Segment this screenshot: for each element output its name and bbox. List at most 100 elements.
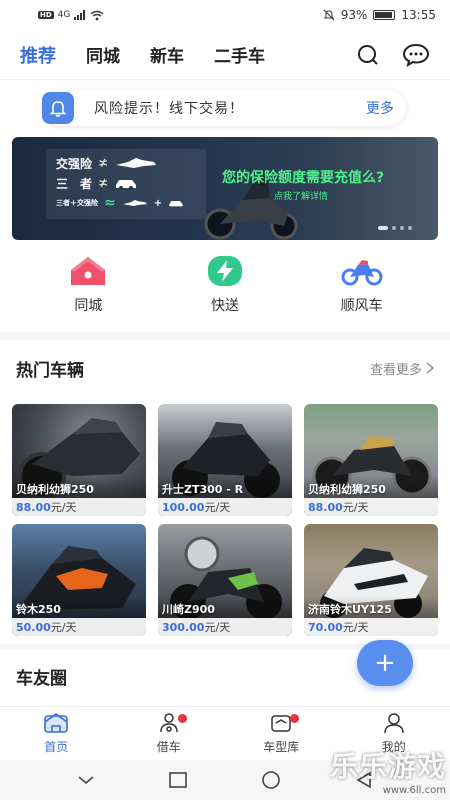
insurance-banner[interactable]: 交强险 ≭ 三 者 ≭ 三者＋交强险 ≈ + 您的保险额度需要充值么? 点我了解…	[12, 137, 438, 240]
message-icon[interactable]	[402, 43, 430, 67]
vehicle-card[interactable]: 川崎Z900 300.00 元/天	[158, 524, 292, 636]
vehicle-price-unit: 元/天	[204, 621, 231, 634]
vehicle-card[interactable]: 升士ZT300 - R 100.00 元/天	[158, 404, 292, 516]
battery-percent: 93%	[340, 8, 368, 22]
top-header: 推荐 同城 新车 二手车	[0, 30, 450, 80]
banner-row-2: 三 者 ≭	[56, 173, 196, 193]
approx-not-equal-icon: ≭	[98, 176, 109, 190]
quick-entries: 同城 快送 顺风车	[0, 255, 450, 325]
banner-row-3: 三者＋交强险 ≈ +	[56, 193, 196, 213]
car-icon	[116, 180, 137, 190]
vehicle-price-unit: 元/天	[50, 501, 77, 514]
banner-row-2-label: 三 者	[56, 176, 93, 191]
nav-label: 借车	[156, 740, 181, 754]
vehicle-price-unit: 元/天	[204, 501, 231, 514]
home-circle-icon[interactable]	[261, 770, 281, 790]
hd-badge: HD	[38, 11, 54, 19]
vehicle-price: 88.00	[16, 500, 51, 514]
vehicle-card[interactable]: 贝纳利幼狮250 88.00 元/天	[304, 404, 438, 516]
rider-circle-title: 车友圈	[16, 669, 67, 689]
pagination-dot[interactable]	[400, 226, 404, 230]
hot-vehicles-title: 热门车辆	[16, 360, 84, 381]
rider-icon	[122, 200, 147, 206]
vehicle-price-bar: 88.00 元/天	[304, 498, 438, 516]
nav-home[interactable]: 首页	[11, 712, 101, 755]
vehicle-price-bar: 70.00 元/天	[304, 618, 438, 636]
risk-notice[interactable]: 风险提示！线下交易！ 更多	[42, 90, 406, 126]
notice-text: 风险提示！线下交易！	[94, 101, 244, 117]
pagination-dot[interactable]	[392, 226, 396, 230]
wifi-icon	[90, 10, 104, 20]
vehicle-price-unit: 元/天	[342, 501, 369, 514]
pagination-dot-active[interactable]	[378, 226, 388, 230]
vehicle-price-bar: 300.00 元/天	[158, 618, 292, 636]
motorcycle-icon	[341, 260, 383, 286]
vehicle-price: 70.00	[308, 620, 343, 634]
quick-entry-label: 同城	[74, 298, 103, 314]
banner-comparison-box: 交强险 ≭ 三 者 ≭ 三者＋交强险 ≈ +	[46, 149, 206, 219]
vehicle-name: 升士ZT300 - R	[162, 483, 244, 496]
notification-dot	[290, 714, 300, 723]
battery-icon	[373, 10, 396, 20]
view-more-link[interactable]: 查看更多	[370, 359, 434, 378]
hot-vehicles-header: 热门车辆 查看更多	[16, 355, 434, 381]
vehicle-name: 贝纳利幼狮250	[308, 483, 386, 496]
tab-local[interactable]: 同城	[86, 42, 120, 68]
vehicle-price: 88.00	[308, 500, 343, 514]
vehicle-price: 50.00	[16, 620, 51, 634]
vehicle-price: 300.00	[162, 620, 205, 634]
home-nav-icon	[44, 713, 69, 733]
bell-icon	[42, 92, 74, 124]
watermark-url: www.6ll.com	[382, 785, 446, 796]
mute-icon	[323, 9, 335, 21]
quick-entry-label: 快送	[210, 298, 239, 314]
pagination-dot[interactable]	[408, 226, 412, 230]
nav-borrow[interactable]: 借车	[124, 712, 214, 755]
approx-equal-icon: ≈	[104, 195, 116, 211]
header-icons	[356, 43, 430, 67]
quick-entry-express[interactable]: 快送	[175, 255, 275, 325]
rider-icon	[116, 158, 157, 168]
recents-icon[interactable]	[169, 772, 187, 788]
vehicle-price-bar: 50.00 元/天	[12, 618, 146, 636]
nav-label: 首页	[44, 740, 69, 754]
vehicle-name: 贝纳利幼狮250	[16, 483, 94, 496]
vehicle-name: 铃木250	[16, 603, 61, 616]
tab-new-car[interactable]: 新车	[150, 42, 184, 68]
nav-models[interactable]: 车型库	[236, 712, 326, 755]
chevron-right-icon	[426, 362, 434, 374]
tab-recommend[interactable]: 推荐	[20, 42, 56, 68]
banner-row-1-label: 交强险	[56, 156, 93, 171]
search-icon[interactable]	[356, 43, 380, 67]
approx-not-equal-icon: ≭	[98, 156, 109, 170]
view-more-label: 查看更多	[369, 362, 422, 378]
vehicle-card[interactable]: 济南铃木UY125 70.00 元/天	[304, 524, 438, 636]
notice-more-link[interactable]: 更多	[366, 98, 394, 118]
signal-text: 4G	[57, 10, 71, 20]
plus-icon: +	[153, 197, 163, 209]
car-icon	[169, 201, 183, 207]
vehicle-name: 川崎Z900	[162, 603, 215, 616]
signal-icon	[74, 10, 86, 20]
quick-entry-rideshare[interactable]: 顺风车	[312, 255, 412, 325]
home-icon	[71, 257, 106, 285]
vehicle-price-unit: 元/天	[50, 621, 77, 634]
add-post-button[interactable]: +	[357, 640, 413, 686]
vehicle-grid: 贝纳利幼狮250 88.00 元/天 升士ZT300 - R 100.00 元/…	[12, 404, 438, 636]
vehicle-card[interactable]: 贝纳利幼狮250 88.00 元/天	[12, 404, 146, 516]
watermark: 乐乐游戏 www.6ll.com	[330, 745, 446, 796]
banner-pagination	[378, 226, 412, 230]
banner-row-3-label: 三者＋交强险	[56, 199, 98, 207]
status-left: HD 4G	[38, 10, 104, 21]
vehicle-name: 济南铃木UY125	[308, 603, 392, 616]
tab-used-car[interactable]: 二手车	[214, 42, 265, 68]
vehicle-price-unit: 元/天	[342, 621, 369, 634]
plus-icon: +	[374, 648, 396, 678]
quick-entry-local[interactable]: 同城	[38, 255, 138, 325]
chevron-down-icon[interactable]	[77, 774, 95, 786]
vehicle-card[interactable]: 铃木250 50.00 元/天	[12, 524, 146, 636]
section-divider	[0, 332, 450, 340]
status-bar: HD 4G 93% 13:55	[0, 0, 450, 30]
vehicle-price-bar: 88.00 元/天	[12, 498, 146, 516]
banner-subtitle[interactable]: 点我了解详情	[274, 189, 328, 202]
